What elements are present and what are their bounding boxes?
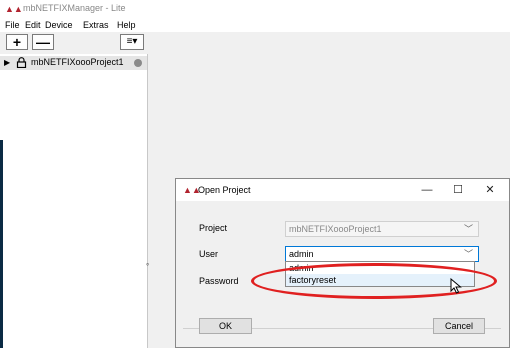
remove-project-button[interactable]: —: [32, 34, 54, 50]
menu-extras[interactable]: Extras: [83, 20, 109, 30]
status-dot-icon: [134, 59, 142, 67]
menu-device[interactable]: Device: [45, 20, 73, 30]
lock-icon: [16, 57, 27, 68]
cancel-button[interactable]: Cancel: [433, 318, 485, 334]
password-label: Password: [199, 276, 239, 286]
toolbar-menu-button[interactable]: ≡▾: [120, 34, 144, 50]
chevron-down-icon[interactable]: ﹀: [464, 247, 473, 261]
splitter-dot-icon: °: [146, 262, 150, 271]
project-select: mbNETFIXoooProject1 ﹀: [285, 221, 479, 237]
maximize-icon[interactable]: ☐: [444, 182, 472, 198]
menubar: File Edit Device Extras Help: [0, 18, 510, 32]
expand-arrow-icon[interactable]: ▶: [4, 58, 10, 67]
user-select-value: admin: [289, 249, 314, 259]
app-title: mbNETFIXManager - Lite: [23, 3, 126, 13]
close-icon[interactable]: ✕: [476, 182, 504, 198]
minimize-icon[interactable]: —: [413, 182, 441, 198]
menu-edit[interactable]: Edit: [25, 20, 41, 30]
ok-button[interactable]: OK: [199, 318, 252, 334]
tree-item-project[interactable]: ▶ mbNETFIXoooProject1: [0, 56, 147, 70]
project-select-value: mbNETFIXoooProject1: [289, 224, 382, 234]
app-logo-icon: ▲▲: [5, 4, 23, 14]
chevron-down-icon: ﹀: [463, 224, 473, 234]
menu-help[interactable]: Help: [117, 20, 136, 30]
background-window-edge: [0, 140, 3, 348]
dialog-titlebar: ▲▲ Open Project — ☐ ✕: [176, 179, 509, 201]
toolbar: + — ≡▾: [0, 32, 148, 52]
menu-file[interactable]: File: [5, 20, 20, 30]
add-project-button[interactable]: +: [6, 34, 28, 50]
app-titlebar: ▲▲ mbNETFIXManager - Lite: [0, 0, 510, 18]
dialog-title: Open Project: [198, 185, 251, 195]
project-label: Project: [199, 223, 228, 233]
project-tree-panel: ▶ mbNETFIXoooProject1: [0, 54, 148, 348]
user-label: User: [199, 249, 219, 259]
user-select[interactable]: admin ﹀: [285, 246, 479, 262]
mouse-cursor-icon: [450, 278, 462, 294]
tree-item-label: mbNETFIXoooProject1: [31, 57, 124, 67]
